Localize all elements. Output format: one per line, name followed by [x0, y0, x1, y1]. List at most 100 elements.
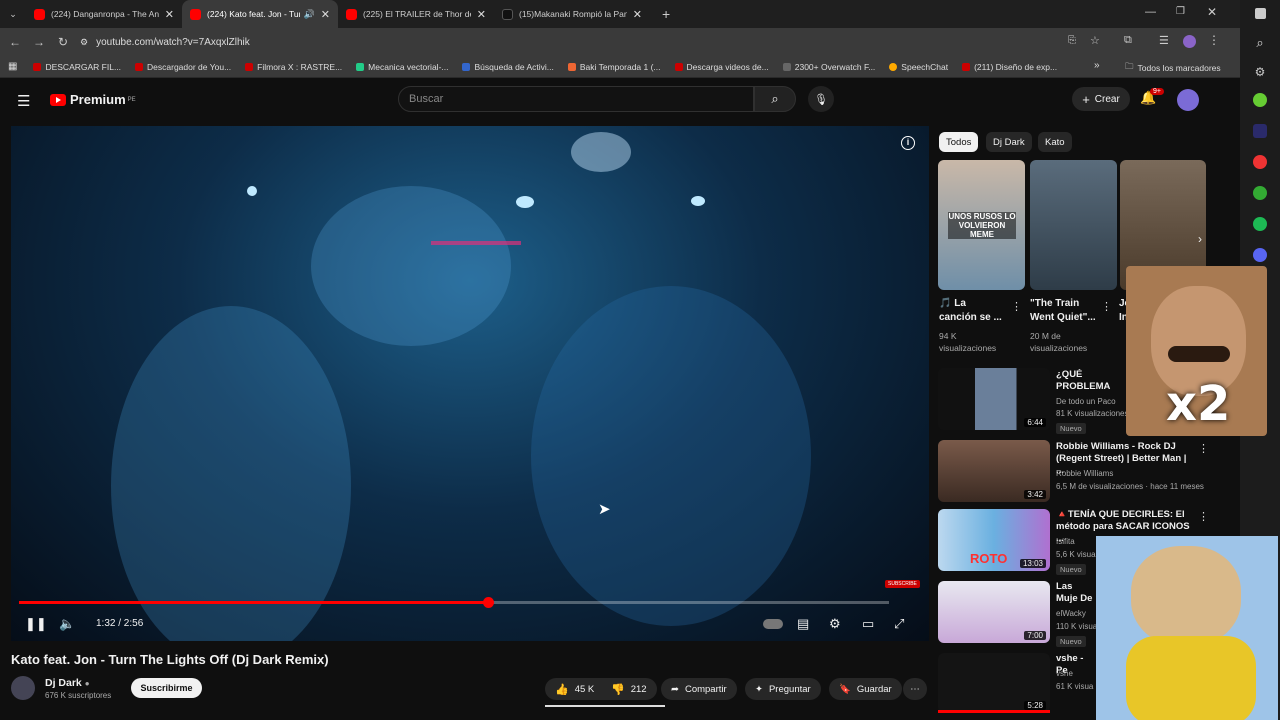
pause-icon[interactable]: ❚❚ — [25, 616, 47, 632]
fullscreen-icon[interactable]: ⤢ — [894, 616, 904, 632]
rec-menu-icon[interactable]: ⋮ — [1198, 510, 1209, 523]
close-tab-icon[interactable]: ✕ — [165, 8, 174, 21]
bookmark-item[interactable]: Búsqueda de Activi... — [462, 62, 554, 72]
bookmark-item[interactable]: DESCARGAR FIL... — [33, 62, 121, 72]
install-app-icon[interactable]: ⎘ — [1068, 35, 1076, 46]
android-icon[interactable] — [1253, 93, 1267, 107]
rec-channel[interactable]: vshe — [1056, 668, 1073, 680]
rec-channel[interactable]: elWacky — [1056, 608, 1086, 620]
user-avatar[interactable] — [1177, 89, 1199, 111]
share-button[interactable]: ➦ Compartir — [661, 678, 737, 700]
chip-kato[interactable]: Kato — [1038, 132, 1072, 152]
rec-title[interactable]: Las Muje De Esto — [1056, 581, 1094, 605]
tab-makanaki[interactable]: (15)Makanaki Rompió la Pantall✕ — [494, 0, 650, 28]
create-button[interactable]: + Crear — [1072, 87, 1130, 111]
voice-search-button[interactable]: 🎙 — [808, 86, 834, 112]
volume-icon[interactable]: 🔈 — [59, 616, 75, 632]
short-menu-icon[interactable]: ⋮ — [1011, 300, 1022, 313]
chip-dj-dark[interactable]: Dj Dark — [986, 132, 1032, 152]
search-sidebar-icon[interactable]: ⌕ — [1256, 35, 1263, 51]
settings-icon[interactable]: ⚙ — [829, 616, 841, 632]
close-tab-icon[interactable]: ✕ — [321, 8, 330, 21]
save-button[interactable]: 🔖 Guardar — [829, 678, 902, 700]
subscribe-watermark[interactable]: SUBSCRIBE — [885, 580, 920, 588]
search-button[interactable]: ⌕ — [754, 86, 796, 112]
rec-thumbnail[interactable]: 3:42 — [938, 440, 1050, 502]
hamburger-menu-icon[interactable]: ☰ — [17, 92, 30, 110]
site-info-icon[interactable]: ⚙ — [80, 37, 88, 48]
media-control-icon[interactable]: ☰ — [1159, 34, 1169, 47]
more-bookmarks-icon[interactable]: » — [1094, 60, 1100, 71]
discord-icon[interactable] — [1253, 248, 1267, 262]
ask-button[interactable]: ✦ Preguntar — [745, 678, 821, 700]
chevron-right-icon[interactable]: › — [1198, 232, 1202, 246]
close-tab-icon[interactable]: ✕ — [477, 8, 486, 21]
bookmark-item[interactable]: Descargador de You... — [135, 62, 231, 72]
short-thumbnail[interactable] — [1030, 160, 1117, 290]
rec-thumbnail[interactable]: 7:00 — [938, 581, 1050, 643]
short-title[interactable]: "The Train Went Quiet"... — [1030, 297, 1096, 325]
bookmark-item[interactable]: Mecanica vectorial-... — [356, 62, 448, 72]
bookmark-item[interactable]: 2300+ Overwatch F... — [782, 62, 875, 72]
rec-thumbnail[interactable]: 5:28 — [938, 653, 1050, 713]
search-input[interactable]: Buscar — [398, 86, 754, 112]
bookmark-item[interactable]: (211) Diseño de exp... — [962, 62, 1057, 72]
rec-channel[interactable]: De todo un Paco — [1056, 396, 1116, 408]
close-tab-icon[interactable]: ✕ — [633, 8, 642, 21]
channel-avatar[interactable] — [11, 676, 35, 700]
browser-menu-icon[interactable]: ⋮ — [1208, 33, 1220, 47]
miniplayer-icon[interactable]: ▭ — [862, 616, 874, 632]
tab-danganronpa[interactable]: (224) Danganronpa - The Anim ✕ — [26, 0, 182, 28]
chrome-icon[interactable] — [1253, 155, 1267, 169]
tab-thor[interactable]: (225) El TRAILER de Thor de Av✕ — [338, 0, 494, 28]
rec-menu-icon[interactable]: ⋮ — [1198, 442, 1209, 455]
speaker-icon[interactable]: 🔊 — [304, 9, 315, 20]
chrome-alt-icon[interactable] — [1253, 186, 1267, 200]
forward-icon[interactable]: → — [27, 35, 51, 49]
youtube-logo[interactable]: Premium PE — [50, 92, 136, 107]
profile-icon[interactable] — [1183, 35, 1196, 48]
settings-sidebar-icon[interactable]: ⚙ — [1255, 65, 1266, 79]
subtitles-icon[interactable]: ▤ — [797, 616, 809, 632]
short-thumbnail[interactable]: UNOS RUSOS LO VOLVIERON MEME — [938, 160, 1025, 290]
all-bookmarks[interactable]: 🗀 Todos los marcadores — [1125, 61, 1221, 75]
bookmark-star-icon[interactable]: ☆ — [1090, 34, 1100, 47]
rec-thumbnail[interactable]: 6:44 — [938, 368, 1050, 430]
youtube-favicon-icon — [346, 8, 357, 20]
autoplay-toggle-icon[interactable] — [763, 619, 783, 629]
bookmark-item[interactable]: Filmora X : RASTRE... — [245, 62, 342, 72]
reload-icon[interactable]: ↻ — [51, 35, 75, 49]
bookmark-item[interactable]: Descarga videos de... — [674, 62, 769, 72]
minimize-icon[interactable]: — — [1145, 6, 1156, 18]
close-window-icon[interactable]: ✕ — [1207, 5, 1217, 19]
bookmark-item[interactable]: Baki Temporada 1 (... — [567, 62, 661, 72]
apps-icon[interactable]: ▦ — [8, 61, 17, 72]
like-button[interactable]: 👍 45 K — [545, 678, 609, 700]
tab-kato[interactable]: (224) Kato feat. Jon - Turn 🔊 ✕ — [182, 0, 338, 28]
rec-channel[interactable]: Robbie Williams — [1056, 468, 1113, 480]
progress-bar[interactable] — [19, 597, 889, 608]
windows-icon[interactable] — [1254, 8, 1266, 19]
url-field[interactable]: ⚙ youtube.com/watch?v=7AxqxlZlhik — [80, 32, 980, 52]
tab-list-icon[interactable]: ⌄ — [0, 9, 26, 20]
bookmark-item[interactable]: SpeechChat — [889, 62, 948, 72]
u-app-icon[interactable] — [1253, 124, 1267, 138]
short-menu-icon[interactable]: ⋮ — [1101, 300, 1112, 313]
channel-name[interactable]: Dj Dark ● — [45, 677, 90, 689]
video-player[interactable]: i SUBSCRIBE ❚❚ 🔈 1:32 / 2:56 ▤ ⚙ ▭ ⤢ — [11, 126, 929, 641]
new-tab-icon[interactable]: + — [662, 6, 670, 22]
info-icon[interactable]: i — [901, 136, 915, 150]
back-icon[interactable]: ← — [3, 35, 27, 49]
spotify-icon[interactable] — [1253, 217, 1267, 231]
more-actions-button[interactable]: ⋯ — [903, 678, 927, 700]
subscribe-button[interactable]: Suscribirme — [131, 678, 202, 698]
rec-channel[interactable]: Isifita — [1056, 536, 1075, 548]
extensions-icon[interactable]: ⧉ — [1124, 34, 1132, 47]
rec-title[interactable]: ¿QUÉ PROBLEMA REGRESO DE ST — [1056, 369, 1128, 393]
progress-scrubber[interactable] — [482, 597, 494, 608]
restore-icon[interactable]: ❐ — [1176, 6, 1185, 17]
dislike-button[interactable]: 👎 212 — [601, 678, 657, 700]
rec-thumbnail[interactable]: ROTO 13:03 — [938, 509, 1050, 571]
chip-todos[interactable]: Todos — [939, 132, 979, 152]
short-title[interactable]: 🎵 La canción se ... — [939, 297, 1002, 325]
